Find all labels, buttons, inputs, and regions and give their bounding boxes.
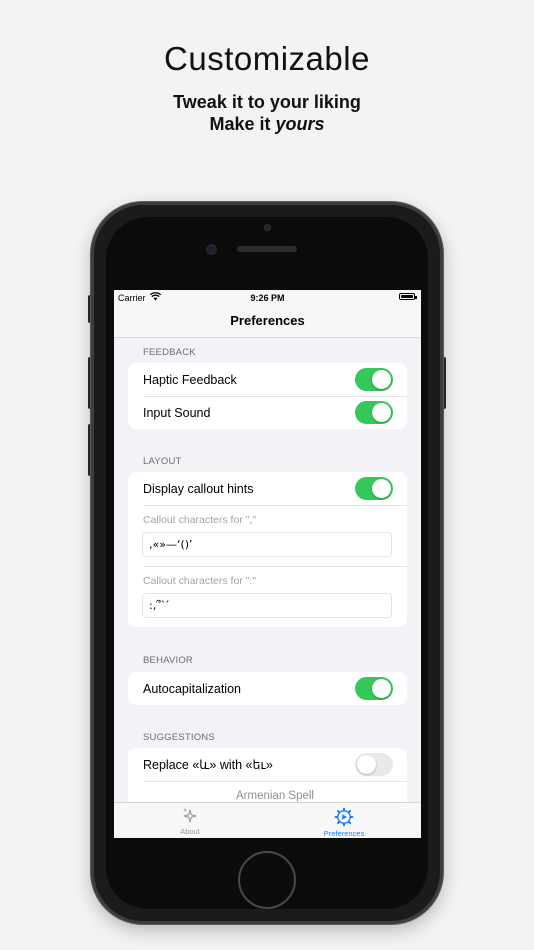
status-bar: Carrier 9:26 PM	[114, 290, 421, 304]
promo-subline-2: Make it yours	[0, 114, 534, 135]
phone-screen: Carrier 9:26 PM Preferences FEEDBACK Hap…	[114, 290, 421, 838]
comma-callout-input[interactable]: ,«»—‘()’	[142, 532, 392, 557]
promo-headline: Customizable	[164, 40, 370, 77]
tab-about-label: About	[180, 827, 200, 836]
callout-hints-toggle[interactable]	[355, 477, 393, 500]
input-sound-row[interactable]: Input Sound	[128, 396, 407, 429]
front-camera	[206, 244, 217, 255]
promo-subline-2-prefix: Make it	[209, 114, 276, 134]
tab-preferences[interactable]: Preferences	[294, 803, 394, 838]
sparkles-icon	[183, 808, 197, 823]
navigation-bar: Preferences	[114, 304, 421, 338]
replace-ev-label: Replace «և» with «եւ»	[143, 758, 273, 772]
feedback-group: Haptic Feedback Input Sound	[128, 363, 407, 429]
autocapitalization-toggle[interactable]	[355, 677, 393, 700]
tab-preferences-label: Preferences	[323, 829, 365, 838]
haptic-feedback-label: Haptic Feedback	[143, 372, 237, 387]
callout-hints-label: Display callout hints	[143, 481, 254, 496]
autocapitalization-row[interactable]: Autocapitalization	[128, 672, 407, 705]
nav-title: Preferences	[230, 313, 305, 328]
colon-callout-field: Callout characters for ":" :,՞`՛	[128, 566, 407, 627]
colon-callout-input[interactable]: :,՞`՛	[142, 593, 392, 618]
section-header-suggestions: SUGGESTIONS	[143, 732, 215, 743]
comma-callout-field: Callout characters for "," ,«»—‘()’	[128, 505, 407, 566]
section-header-feedback: FEEDBACK	[143, 347, 196, 358]
battery-icon	[399, 293, 417, 300]
section-header-layout: LAYOUT	[143, 456, 182, 467]
input-sound-label: Input Sound	[143, 405, 211, 420]
colon-callout-label: Callout characters for ":"	[143, 575, 257, 587]
home-button[interactable]	[238, 851, 296, 909]
armenian-spell-label: Armenian Spell	[236, 790, 314, 802]
layout-group: Display callout hints Callout characters…	[128, 472, 407, 627]
callout-hints-row[interactable]: Display callout hints	[128, 472, 407, 505]
promo-subline-2-emphasis: yours	[275, 114, 325, 134]
haptic-feedback-row[interactable]: Haptic Feedback	[128, 363, 407, 396]
promo-subline-1: Tweak it to your liking	[173, 92, 361, 112]
haptic-feedback-toggle[interactable]	[355, 368, 393, 391]
input-sound-toggle[interactable]	[355, 401, 393, 424]
tab-about[interactable]: About	[140, 803, 240, 838]
gear-play-icon	[334, 807, 354, 827]
tab-bar: About Preferences	[114, 802, 421, 838]
replace-ev-row[interactable]: Replace «և» with «եւ»	[128, 748, 407, 781]
comma-callout-label: Callout characters for ","	[143, 514, 257, 526]
behavior-group: Autocapitalization	[128, 672, 407, 705]
earpiece-speaker	[237, 246, 297, 252]
proximity-sensor	[264, 224, 271, 231]
section-header-behavior: BEHAVIOR	[143, 655, 193, 666]
status-time: 9:26 PM	[250, 293, 285, 303]
replace-ev-toggle[interactable]	[355, 753, 393, 776]
autocapitalization-label: Autocapitalization	[143, 681, 241, 696]
